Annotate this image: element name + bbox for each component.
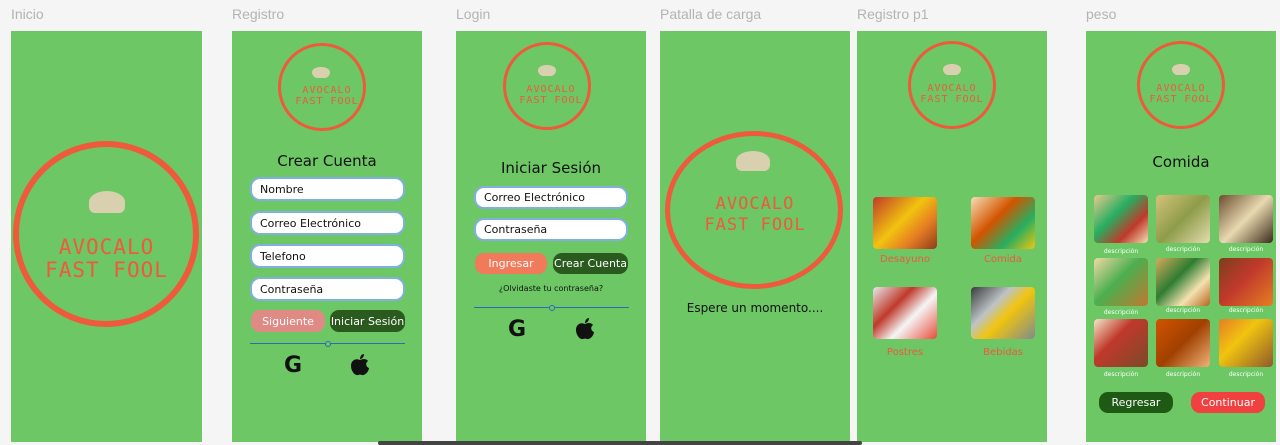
food-item-caption: descripción: [1165, 246, 1201, 253]
food-item-caption: descripción: [1165, 371, 1201, 378]
food-item-caption: descripción: [1103, 309, 1139, 316]
login-button[interactable]: Iniciar Sesión: [330, 310, 405, 332]
food-item-image[interactable]: [1094, 195, 1148, 243]
taco-icon: [312, 67, 330, 78]
breakfast-image[interactable]: [873, 197, 937, 249]
create-account-button[interactable]: Crear Cuenta: [553, 253, 628, 274]
frame-carga: AVOCALO FAST FOOL Espere un momento....: [660, 31, 850, 442]
email-field[interactable]: Correo Electrónico: [474, 186, 628, 209]
password-field[interactable]: Contraseña: [474, 218, 628, 241]
category-postres[interactable]: Postres: [867, 347, 943, 358]
frame-label-registro-p1: Registro p1: [857, 6, 929, 22]
food-item-image[interactable]: [1094, 258, 1148, 306]
category-desayuno[interactable]: Desayuno: [867, 254, 943, 265]
logo-text-line2: FAST FOOL: [920, 94, 984, 105]
frame-login: AVOCALO FAST FOOL Iniciar Sesión Correo …: [456, 31, 646, 442]
divider-dot: [549, 305, 555, 311]
email-field[interactable]: Correo Electrónico: [250, 211, 405, 235]
taco-icon: [89, 191, 125, 213]
logo-text-line2: FAST FOOL: [295, 96, 359, 107]
lunch-image[interactable]: [971, 197, 1035, 249]
name-field[interactable]: Nombre: [250, 177, 405, 201]
page-title: Comida: [1152, 153, 1210, 171]
apple-icon[interactable]: [350, 354, 370, 376]
back-button[interactable]: Regresar: [1099, 392, 1173, 413]
phone-field[interactable]: Telefono: [250, 244, 405, 268]
taco-icon: [943, 64, 961, 75]
logo-text-line2: FAST FOOL: [704, 215, 806, 235]
frame-inicio: AVOCALO FAST FOOL: [11, 31, 202, 442]
password-field[interactable]: Contraseña: [250, 277, 405, 301]
divider-dot: [325, 341, 331, 347]
google-icon[interactable]: G: [508, 317, 526, 342]
logo-text-line2: FAST FOOL: [519, 95, 583, 106]
taco-icon: [538, 65, 556, 76]
category-bebidas[interactable]: Bebidas: [965, 347, 1041, 358]
logo-text-line1: AVOCALO: [58, 235, 155, 259]
food-item-image[interactable]: [1094, 319, 1148, 367]
food-item-image[interactable]: [1156, 195, 1210, 243]
enter-button[interactable]: Ingresar: [475, 253, 547, 274]
food-item-caption: descripción: [1228, 307, 1264, 314]
frame-label-registro: Registro: [232, 6, 285, 22]
google-icon[interactable]: G: [284, 353, 302, 378]
frame-registro-p1: AVOCALO FAST FOOL Desayuno Comida Postre…: [857, 31, 1047, 442]
frame-label-carga: Patalla de carga: [660, 6, 762, 22]
taco-icon: [736, 151, 770, 171]
logo-text-line1: AVOCALO: [1156, 83, 1206, 94]
frame-label-inicio: Inicio: [11, 6, 44, 22]
page-title: Iniciar Sesión: [500, 159, 602, 177]
frame-label-login: Login: [456, 6, 491, 22]
logo-text-line2: FAST FOOL: [1149, 94, 1213, 105]
next-button[interactable]: Siguiente: [251, 310, 325, 332]
frame-label-peso: peso: [1086, 6, 1117, 22]
dessert-image[interactable]: [873, 287, 937, 339]
food-item-image[interactable]: [1219, 319, 1273, 367]
food-item-image[interactable]: [1219, 195, 1273, 243]
logo-text-line1: AVOCALO: [715, 194, 795, 214]
logo-text-line2: FAST FOOL: [45, 258, 168, 282]
food-item-caption: descripción: [1103, 248, 1139, 255]
logo-text-line1: AVOCALO: [302, 85, 352, 96]
food-item-caption: descripción: [1228, 246, 1264, 253]
food-item-image[interactable]: [1156, 319, 1210, 367]
food-item-image[interactable]: [1219, 258, 1273, 306]
food-item-image[interactable]: [1156, 258, 1210, 306]
horizontal-scrollbar[interactable]: [378, 441, 862, 445]
frame-registro: AVOCALO FAST FOOL Crear Cuenta Nombre Co…: [232, 31, 422, 442]
logo-ring: [13, 141, 199, 327]
apple-icon[interactable]: [575, 318, 595, 340]
logo-text-line1: AVOCALO: [927, 83, 977, 94]
continue-button[interactable]: Continuar: [1191, 392, 1265, 413]
food-item-caption: descripción: [1103, 371, 1139, 378]
category-comida[interactable]: Comida: [965, 254, 1041, 265]
taco-icon: [1172, 64, 1190, 75]
frame-peso: AVOCALO FAST FOOL Comida descripción des…: [1086, 31, 1276, 442]
drinks-image[interactable]: [971, 287, 1035, 339]
loading-message: Espere un momento....: [686, 301, 824, 315]
page-title: Crear Cuenta: [277, 152, 377, 170]
forgot-password-link[interactable]: ¿Olvidaste tu contraseña?: [456, 284, 646, 293]
logo-text-line1: AVOCALO: [526, 84, 576, 95]
food-item-caption: descripción: [1165, 307, 1201, 314]
food-item-caption: descripción: [1228, 371, 1264, 378]
